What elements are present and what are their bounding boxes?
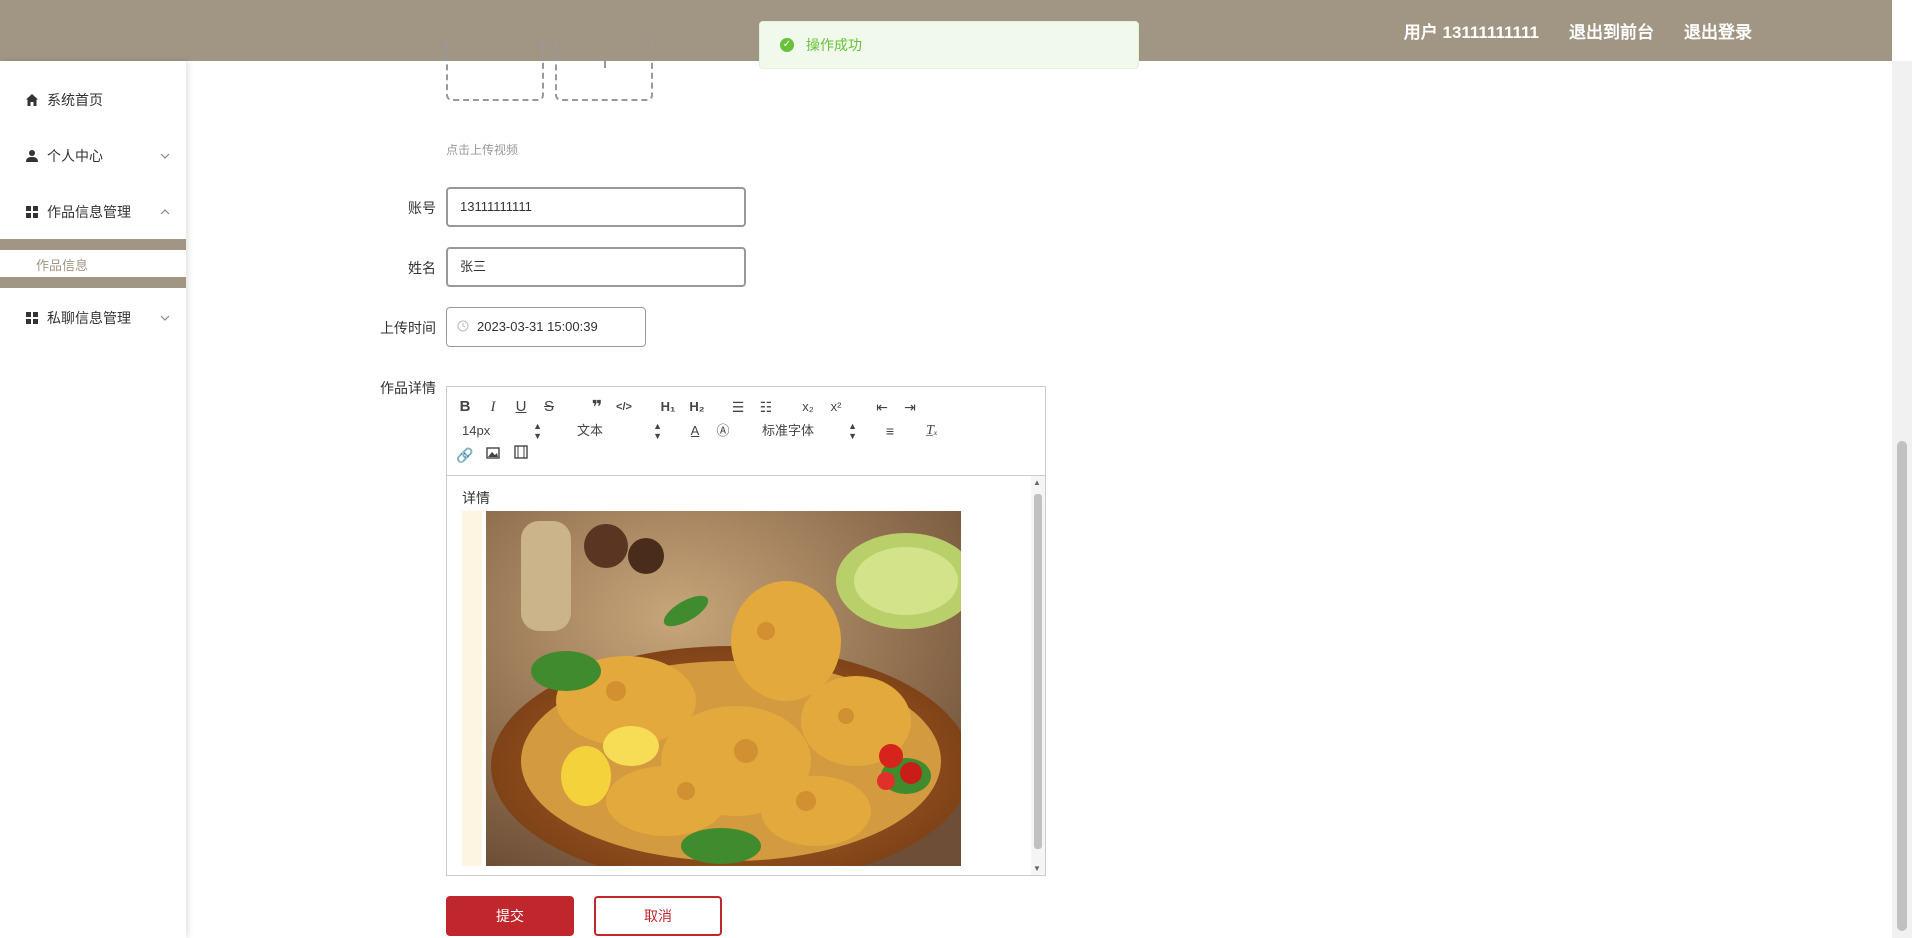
page-scroll-thumb[interactable]: [1897, 441, 1907, 931]
sidebar-item-label: 系统首页: [47, 92, 103, 108]
fried-chicken-image: [486, 511, 961, 866]
editor-scrollbar[interactable]: ▲ ▼: [1031, 476, 1045, 875]
scroll-down-icon[interactable]: ▼: [1033, 864, 1041, 873]
scroll-up-icon[interactable]: ▲: [1033, 478, 1041, 487]
upload-video-box[interactable]: [555, 40, 653, 101]
grid-icon: [26, 312, 38, 324]
chevron-up-icon: [160, 209, 170, 215]
image-icon[interactable]: [482, 444, 504, 466]
sidebar-item-label: 作品信息管理: [47, 204, 131, 220]
header-select[interactable]: 文本 ▲ ▼: [577, 421, 662, 441]
editor-scroll-thumb[interactable]: [1034, 494, 1042, 849]
upload-time-picker[interactable]: 2023-03-31 15:00:39: [446, 307, 646, 347]
sidebar: 系统首页 个人中心 作品信息管理 作品信息 私聊信息管理: [0, 61, 186, 938]
bold-button[interactable]: B: [454, 396, 476, 418]
font-color-button[interactable]: A: [684, 420, 706, 442]
back-to-front-link[interactable]: 退出到前台: [1569, 18, 1654, 43]
select-caret-icon: ▲ ▼: [533, 421, 542, 441]
outdent-icon[interactable]: ⇤: [871, 396, 893, 418]
upload-video-hint: 点击上传视频: [446, 143, 519, 157]
editor-text: 详情: [462, 490, 490, 506]
heading1-button[interactable]: H₁: [657, 396, 679, 418]
account-label: 账号: [408, 200, 436, 216]
blockquote-icon[interactable]: ❞: [586, 396, 608, 418]
ordered-list-icon[interactable]: ☰: [727, 396, 749, 418]
name-label: 姓名: [408, 260, 436, 276]
page-scrollbar[interactable]: [1892, 61, 1912, 938]
font-size-select[interactable]: 14px ▲ ▼: [462, 421, 542, 441]
toast-message: 操作成功: [806, 37, 862, 53]
upload-cover-box[interactable]: [446, 40, 544, 101]
font-family-value: 标准字体: [762, 423, 815, 438]
font-size-value: 14px: [462, 423, 491, 438]
submenu-works: 作品信息: [0, 239, 186, 288]
editor-content[interactable]: 详情 ▲ ▼: [447, 476, 1045, 875]
indent-icon[interactable]: ⇥: [899, 396, 921, 418]
upload-time-value: 2023-03-31 15:00:39: [477, 319, 598, 334]
upload-time-label: 上传时间: [380, 320, 436, 336]
detail-label: 作品详情: [380, 380, 436, 396]
bullet-list-icon[interactable]: ☷: [755, 396, 777, 418]
logout-link[interactable]: 退出登录: [1684, 18, 1752, 43]
user-label: 用户 13111111111: [1403, 23, 1539, 42]
chevron-down-icon: [160, 315, 170, 321]
clock-icon: [457, 320, 469, 332]
video-icon[interactable]: [510, 444, 532, 466]
clear-format-icon[interactable]: T̲ₓ: [921, 420, 943, 442]
plus-icon: [604, 58, 606, 68]
sidebar-item-private-chat-management[interactable]: 私聊信息管理: [0, 298, 186, 338]
editor-toolbar: B I U S ❞ </> H₁ H₂ ☰ ☷ x₂ x² ⇤ ⇥ 14px ▲…: [447, 387, 1045, 476]
sidebar-item-works-management[interactable]: 作品信息管理: [0, 192, 186, 232]
select-caret-icon: ▲ ▼: [653, 421, 662, 441]
font-family-select[interactable]: 标准字体 ▲ ▼: [762, 421, 857, 441]
superscript-button[interactable]: x²: [825, 396, 847, 418]
header-select-value: 文本: [577, 423, 604, 438]
sidebar-item-personal-center[interactable]: 个人中心: [0, 136, 186, 176]
italic-button[interactable]: I: [482, 396, 504, 418]
name-field[interactable]: 张三: [446, 247, 746, 287]
image-margin-bar: [462, 511, 482, 866]
user-icon: [26, 150, 38, 162]
success-icon: ✓: [780, 38, 794, 52]
code-block-icon[interactable]: </>: [613, 396, 635, 418]
align-icon[interactable]: ≡: [879, 420, 901, 442]
sidebar-item-home[interactable]: 系统首页: [0, 80, 186, 120]
submit-button[interactable]: 提交: [446, 896, 574, 936]
subscript-button[interactable]: x₂: [797, 396, 819, 418]
cancel-button[interactable]: 取消: [594, 896, 722, 936]
sidebar-item-label: 个人中心: [47, 148, 103, 164]
heading2-button[interactable]: H₂: [686, 396, 708, 418]
rich-text-editor: B I U S ❞ </> H₁ H₂ ☰ ☷ x₂ x² ⇤ ⇥ 14px ▲…: [446, 386, 1046, 876]
sidebar-item-label: 私聊信息管理: [47, 310, 131, 326]
select-caret-icon: ▲ ▼: [848, 421, 857, 441]
strike-button[interactable]: S: [538, 396, 560, 418]
success-toast: ✓ 操作成功: [759, 21, 1139, 69]
header-links: 用户 13111111111 退出到前台 退出登录: [1404, 0, 1752, 61]
link-icon[interactable]: 🔗: [454, 444, 476, 466]
account-field[interactable]: 13111111111: [446, 187, 746, 227]
chevron-down-icon: [160, 153, 170, 159]
home-icon: [26, 94, 38, 106]
background-color-button[interactable]: Ⓐ: [712, 420, 734, 442]
grid-icon: [26, 206, 38, 218]
sidebar-subitem-works-info[interactable]: 作品信息: [36, 255, 88, 274]
underline-button[interactable]: U: [510, 396, 532, 418]
